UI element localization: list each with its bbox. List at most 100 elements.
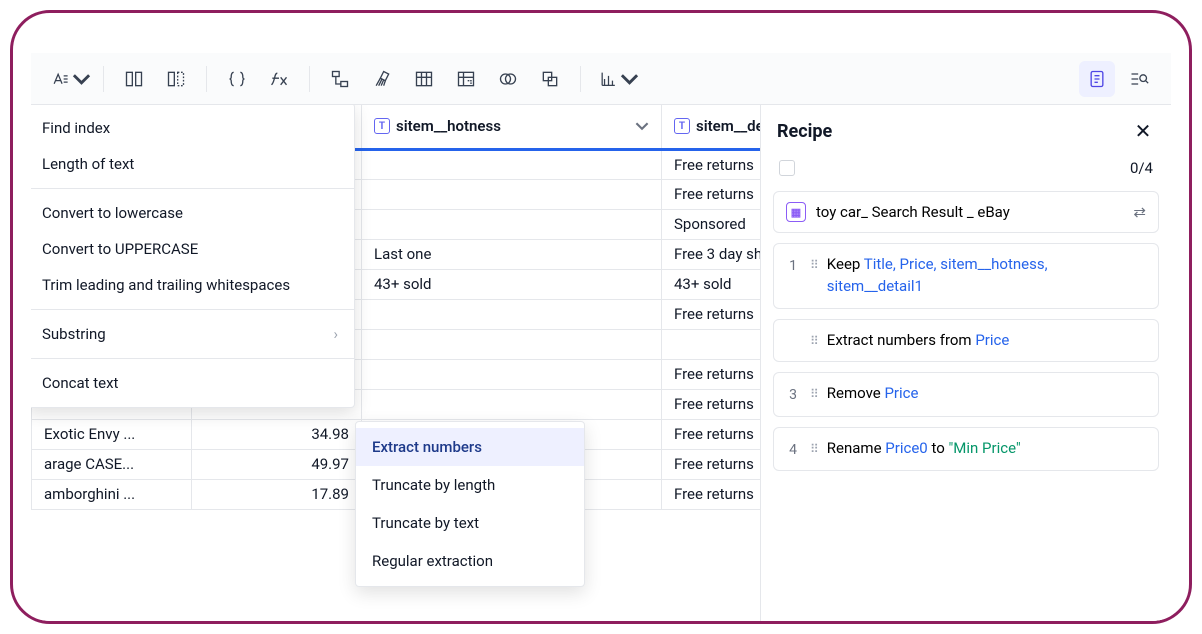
- step-text: Extract numbers from Price: [827, 330, 1010, 352]
- relationship-button[interactable]: [322, 61, 358, 97]
- drag-handle-icon[interactable]: ⠿: [810, 388, 817, 400]
- drag-handle-icon[interactable]: ⠿: [810, 443, 817, 455]
- menu-item-lowercase[interactable]: Convert to lowercase: [31, 195, 354, 231]
- braces-button[interactable]: [219, 61, 255, 97]
- columns-add-icon: [124, 69, 144, 89]
- relationship-icon: [330, 69, 350, 89]
- cell-hotness[interactable]: [362, 149, 662, 179]
- cell-price[interactable]: 49.97: [192, 449, 362, 479]
- cell-title[interactable]: arage CASE...: [32, 449, 192, 479]
- submenu-extract-numbers[interactable]: Extract numbers: [356, 428, 584, 466]
- cell-hotness[interactable]: [362, 389, 662, 419]
- table-layout-icon: [414, 69, 434, 89]
- cell-detail[interactable]: Free returns: [662, 449, 762, 479]
- table-layout-button[interactable]: [406, 61, 442, 97]
- menu-item-substring[interactable]: Substring ›: [31, 316, 354, 352]
- cell-hotness[interactable]: 43+ sold: [362, 269, 662, 299]
- close-icon[interactable]: ✕: [1131, 119, 1155, 143]
- cell-hotness[interactable]: [362, 209, 662, 239]
- recipe-steps: ▦ toy car_ Search Result _ eBay ⇄ 1⠿Keep…: [761, 191, 1171, 483]
- recipe-source-row[interactable]: ▦ toy car_ Search Result _ eBay ⇄: [773, 191, 1159, 233]
- drag-handle-icon[interactable]: ⠿: [810, 335, 817, 347]
- clean-button[interactable]: [364, 61, 400, 97]
- union-button[interactable]: [532, 61, 568, 97]
- menu-item-concat[interactable]: Concat text: [31, 365, 354, 401]
- cell-detail[interactable]: Free returns: [662, 299, 762, 329]
- screenshot-frame: T sitem__hotness T sitem__det: [10, 10, 1192, 624]
- step-number: 3: [786, 385, 800, 405]
- cell-detail[interactable]: Free returns: [662, 179, 762, 209]
- search-button[interactable]: [1121, 61, 1157, 97]
- chart-icon: [599, 69, 618, 89]
- search-list-icon: [1129, 69, 1149, 89]
- fx-icon: [269, 69, 289, 89]
- pivot-icon: [456, 69, 476, 89]
- recipe-step[interactable]: 1⠿Keep Title, Price, sitem__hotness, sit…: [773, 243, 1159, 309]
- dataset-icon: ▦: [786, 202, 806, 222]
- cell-detail[interactable]: Free returns: [662, 359, 762, 389]
- toolbar: [31, 53, 1171, 105]
- cell-title[interactable]: amborghini ...: [32, 479, 192, 509]
- menu-item-find-index[interactable]: Find index: [31, 110, 354, 146]
- cell-hotness[interactable]: [362, 299, 662, 329]
- cell-hotness[interactable]: [362, 329, 662, 359]
- chevron-down-icon: [620, 69, 639, 89]
- recipe-step[interactable]: 4 ⠿ Rename Price0 to "Min Price": [773, 427, 1159, 471]
- step-text: Remove Price: [827, 383, 919, 405]
- recipe-panel-toggle[interactable]: [1079, 61, 1115, 97]
- swap-icon[interactable]: ⇄: [1133, 203, 1146, 221]
- chevron-down-icon: [72, 69, 91, 89]
- cell-detail[interactable]: Free returns: [662, 149, 762, 179]
- recipe-header: Recipe ✕: [761, 105, 1171, 155]
- submenu-regular-extraction[interactable]: Regular extraction: [356, 542, 584, 580]
- cell-detail[interactable]: Free returns: [662, 479, 762, 509]
- cell-hotness[interactable]: [362, 359, 662, 389]
- clean-icon: [372, 69, 392, 89]
- step-text: Rename Price0 to "Min Price": [827, 438, 1021, 460]
- column-header-detail[interactable]: T sitem__det: [662, 105, 762, 149]
- recipe-count-row: 0/4: [761, 155, 1171, 191]
- columns-add-icon-button[interactable]: [116, 61, 152, 97]
- submenu-truncate-text[interactable]: Truncate by text: [356, 504, 584, 542]
- cell-detail[interactable]: Sponsored: [662, 209, 762, 239]
- cell-price[interactable]: 34.98: [192, 419, 362, 449]
- data-sheet: T sitem__hotness T sitem__det: [31, 105, 761, 621]
- chevron-right-icon: ›: [333, 325, 338, 343]
- cell-detail[interactable]: Free returns: [662, 419, 762, 449]
- chevron-down-icon[interactable]: [635, 119, 649, 133]
- cell-detail[interactable]: Free returns: [662, 389, 762, 419]
- recipe-count: 0/4: [1130, 159, 1153, 177]
- step-text: Keep Title, Price, sitem__hotness, sitem…: [827, 254, 1146, 298]
- cell-detail[interactable]: Free 3 day sh: [662, 239, 762, 269]
- doc-icon: [1087, 69, 1107, 89]
- columns-remove-icon-button[interactable]: [158, 61, 194, 97]
- braces-icon: [227, 69, 247, 89]
- menu-item-length[interactable]: Length of text: [31, 146, 354, 182]
- cell-hotness[interactable]: [362, 179, 662, 209]
- join-button[interactable]: [490, 61, 526, 97]
- menu-item-trim[interactable]: Trim leading and trailing whitespaces: [31, 267, 354, 303]
- recipe-source-label: toy car_ Search Result _ eBay: [816, 203, 1123, 221]
- fx-button[interactable]: [261, 61, 297, 97]
- submenu-truncate-length[interactable]: Truncate by length: [356, 466, 584, 504]
- step-number: 4: [786, 440, 800, 460]
- drag-handle-icon[interactable]: ⠿: [810, 259, 817, 271]
- app-root: T sitem__hotness T sitem__det: [31, 53, 1171, 621]
- column-header-hotness[interactable]: T sitem__hotness: [362, 105, 662, 149]
- menu-item-uppercase[interactable]: Convert to UPPERCASE: [31, 231, 354, 267]
- text-type-icon: T: [374, 118, 390, 134]
- cell-detail[interactable]: [662, 329, 762, 359]
- cell-detail[interactable]: 43+ sold: [662, 269, 762, 299]
- recipe-panel: Recipe ✕ 0/4 ▦ toy car_ Search Result _ …: [761, 105, 1171, 621]
- recipe-step[interactable]: ⠿ Extract numbers from Price: [773, 319, 1159, 363]
- union-icon: [540, 69, 560, 89]
- cell-price[interactable]: 17.89: [192, 479, 362, 509]
- chart-dropdown[interactable]: [593, 61, 639, 97]
- cell-title[interactable]: Exotic Envy ...: [32, 419, 192, 449]
- join-icon: [498, 69, 518, 89]
- cell-hotness[interactable]: Last one: [362, 239, 662, 269]
- recipe-step[interactable]: 3 ⠿ Remove Price: [773, 372, 1159, 416]
- pivot-button[interactable]: [448, 61, 484, 97]
- text-format-dropdown[interactable]: [45, 61, 91, 97]
- recipe-select-all-checkbox[interactable]: [779, 160, 795, 176]
